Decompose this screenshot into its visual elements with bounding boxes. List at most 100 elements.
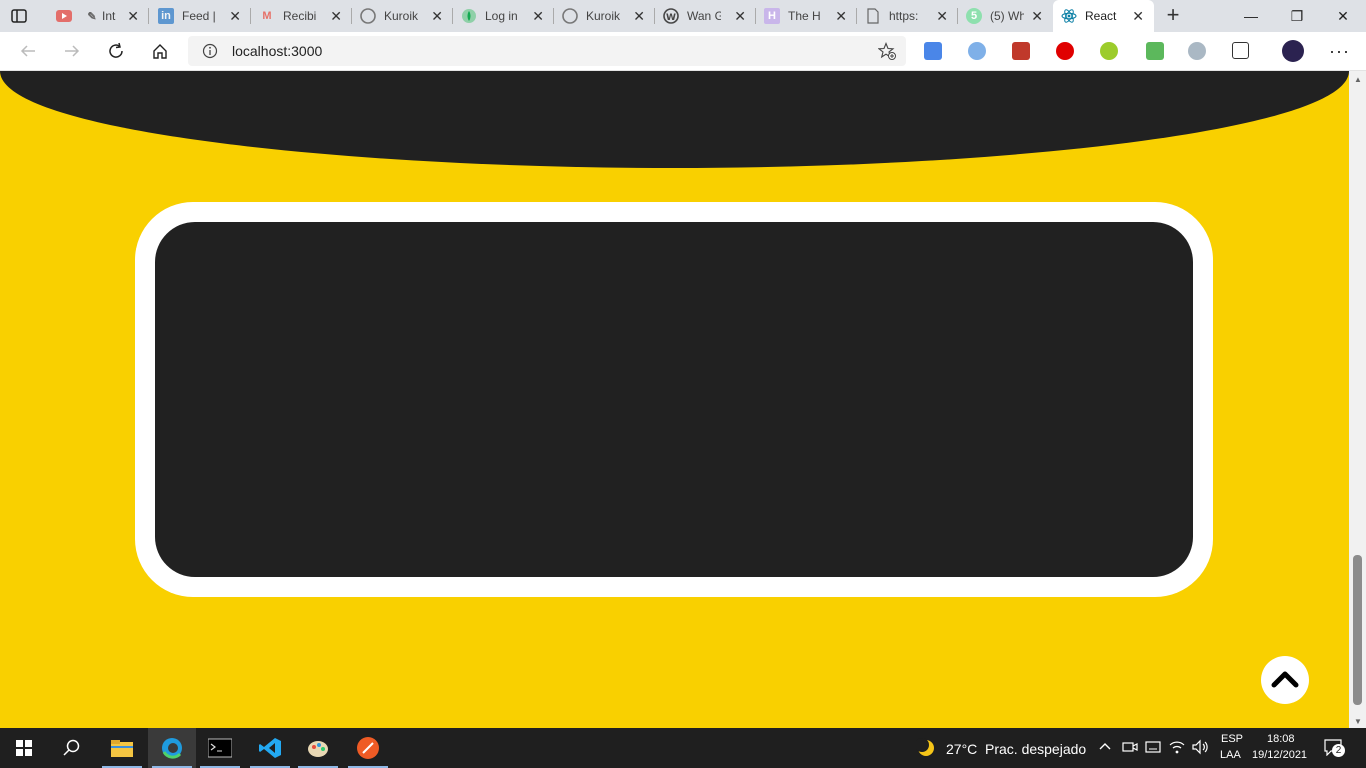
close-icon[interactable]: ✕: [734, 8, 746, 24]
extension-icon[interactable]: [1012, 42, 1030, 60]
info-icon[interactable]: [202, 43, 218, 64]
tab-github-2[interactable]: Kuroik ✕: [554, 0, 655, 32]
chevron-up-icon[interactable]: [1098, 739, 1112, 758]
home-button[interactable]: [148, 39, 172, 63]
address-bar[interactable]: localhost:3000: [188, 36, 906, 66]
tab-actions-icon[interactable]: [10, 7, 28, 25]
close-icon[interactable]: ✕: [633, 8, 645, 24]
extension-icon[interactable]: [1100, 42, 1118, 60]
language-line1[interactable]: ESP: [1221, 733, 1243, 745]
tab-gmail[interactable]: M Recibi ✕: [251, 0, 352, 32]
vertical-scrollbar[interactable]: ▲ ▼: [1349, 71, 1366, 728]
tab-title: Recibi: [283, 9, 317, 23]
extensions-puzzle-icon[interactable]: [1232, 42, 1249, 59]
scroll-to-top-button[interactable]: [1261, 656, 1309, 704]
clock-time[interactable]: 18:08: [1267, 733, 1295, 745]
close-icon[interactable]: ✕: [330, 8, 342, 24]
tab-title: Wan G: [687, 9, 721, 23]
tab-wordpress[interactable]: W Wan G ✕: [655, 0, 756, 32]
close-icon[interactable]: ✕: [127, 8, 139, 24]
refresh-button[interactable]: [104, 39, 128, 63]
react-icon: [1061, 8, 1077, 24]
postman-icon[interactable]: [344, 728, 392, 768]
file-explorer-icon[interactable]: [98, 728, 146, 768]
taskbar: 27°C Prac. despejado ESP LAA 18:08 19/12…: [0, 728, 1366, 768]
gmail-icon: M: [262, 10, 272, 22]
search-icon[interactable]: [48, 728, 96, 768]
terminal-icon[interactable]: [196, 728, 244, 768]
volume-icon[interactable]: [1192, 739, 1210, 760]
tab-title: Log in: [485, 9, 518, 23]
close-icon[interactable]: ✕: [936, 8, 948, 24]
wordpress-icon: W: [663, 8, 679, 24]
hackerrank-icon: H: [764, 8, 780, 24]
vscode-icon[interactable]: [246, 728, 294, 768]
notification-count: 2: [1332, 744, 1345, 757]
meet-now-icon[interactable]: [1122, 739, 1138, 760]
weather-moon-icon[interactable]: [915, 738, 936, 763]
tab-title: (5) Wh: [990, 9, 1024, 23]
tab-youtube[interactable]: ✎ Int ✕: [48, 0, 149, 32]
tab-linkedin[interactable]: in Feed | ✕: [150, 0, 251, 32]
add-favorite-icon[interactable]: [877, 42, 896, 65]
tab-document[interactable]: https: ✕: [857, 0, 958, 32]
card-dark-panel: [155, 222, 1193, 577]
weather-desc[interactable]: Prac. despejado: [985, 741, 1086, 757]
tab-react[interactable]: React ✕: [1053, 0, 1154, 32]
new-tab-button[interactable]: +: [1162, 4, 1184, 27]
chevron-up-icon: [1271, 671, 1299, 688]
extension-icon[interactable]: [1188, 42, 1206, 60]
minimize-button[interactable]: —: [1228, 0, 1274, 32]
edge-browser-icon[interactable]: [148, 728, 196, 768]
close-icon[interactable]: ✕: [1132, 8, 1144, 24]
extension-icon[interactable]: [1146, 42, 1164, 60]
wifi-icon[interactable]: [1169, 739, 1185, 760]
start-button[interactable]: [0, 728, 48, 768]
tab-title: https:: [889, 9, 919, 23]
close-icon[interactable]: ✕: [1031, 8, 1043, 24]
scroll-down-arrow-icon[interactable]: ▼: [1354, 717, 1362, 726]
tab-github-1[interactable]: Kuroik ✕: [352, 0, 453, 32]
extension-icon[interactable]: [968, 42, 986, 60]
scrollbar-thumb[interactable]: [1353, 555, 1362, 705]
tab-mongodb[interactable]: Log in ✕: [453, 0, 554, 32]
youtube-icon: [56, 8, 72, 24]
page-viewport: [0, 71, 1349, 728]
tab-title: Kuroik: [384, 9, 418, 23]
close-icon[interactable]: ✕: [431, 8, 443, 24]
browser-toolbar: localhost:3000 ···: [0, 32, 1366, 71]
settings-menu-icon[interactable]: ···: [1329, 41, 1350, 62]
forward-button[interactable]: [60, 39, 84, 63]
profile-avatar[interactable]: [1282, 40, 1304, 62]
back-button[interactable]: [16, 39, 40, 63]
page-artwork: [0, 71, 1349, 597]
close-window-button[interactable]: ✕: [1320, 0, 1366, 32]
linkedin-icon: in: [158, 8, 174, 24]
clock-date[interactable]: 19/12/2021: [1252, 749, 1307, 761]
mongodb-icon: [461, 8, 477, 24]
tab-title: Kuroik: [586, 9, 620, 23]
translate-extension-icon[interactable]: [924, 42, 942, 60]
close-icon[interactable]: ✕: [532, 8, 544, 24]
whatsapp-icon: 5: [966, 8, 982, 24]
language-line2[interactable]: LAA: [1220, 749, 1241, 761]
weather-temp[interactable]: 27°C: [946, 741, 977, 757]
restore-button[interactable]: ❐: [1274, 0, 1320, 32]
extension-icon[interactable]: [1056, 42, 1074, 60]
address-url: localhost:3000: [232, 43, 323, 59]
tab-title: React: [1085, 9, 1117, 23]
header-curve: [0, 71, 1349, 168]
scroll-up-arrow-icon[interactable]: ▲: [1354, 75, 1362, 84]
pen-icon: ✎: [87, 10, 97, 23]
tab-whatsapp[interactable]: 5 (5) Wh ✕: [958, 0, 1053, 32]
tab-title: Int: [102, 9, 116, 23]
keyboard-icon[interactable]: [1145, 739, 1161, 760]
tab-title: The H: [788, 9, 821, 23]
tab-hackerrank[interactable]: H The H ✕: [756, 0, 857, 32]
close-icon[interactable]: ✕: [229, 8, 241, 24]
notifications-icon[interactable]: 2: [1323, 738, 1345, 758]
tab-strip: ✎ Int ✕ in Feed | ✕ M Recibi ✕ Kuroik ✕ …: [0, 0, 1366, 32]
github-icon: [360, 8, 376, 24]
paint-icon[interactable]: [294, 728, 342, 768]
close-icon[interactable]: ✕: [835, 8, 847, 24]
